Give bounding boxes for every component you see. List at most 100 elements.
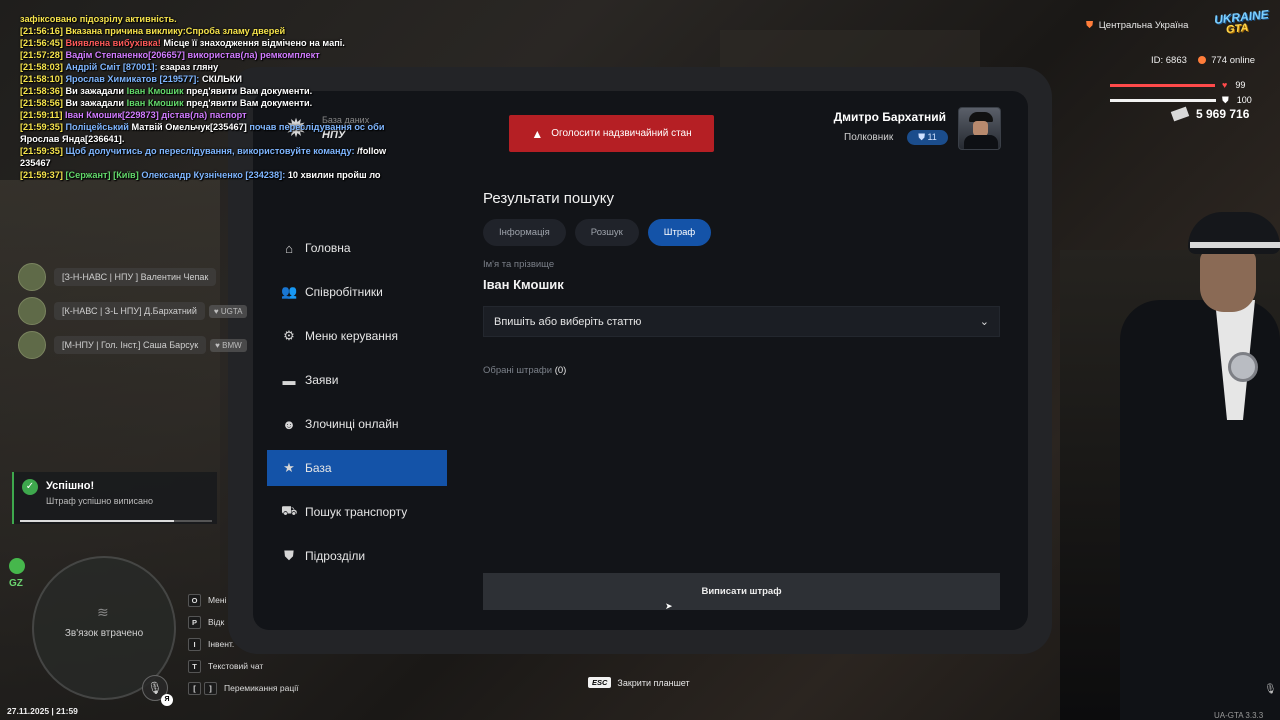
- health-bar: [1110, 84, 1215, 87]
- car-icon: ⛟: [281, 503, 298, 518]
- nav-item[interactable]: ⛟ Пошук транспорту: [267, 494, 447, 530]
- player-avatar: [18, 331, 46, 359]
- mouse-cursor-icon: ➤: [665, 601, 673, 611]
- close-tablet-label: Закрити планшет: [617, 677, 690, 688]
- chosen-fines-label: Обрані штрафи: [483, 365, 553, 376]
- player-id: ID: 6863: [1151, 55, 1187, 66]
- player-name-box: [К-НАВС | З-L НПУ] Д.Бархатний: [54, 302, 205, 320]
- key-hint: O Мені: [188, 589, 298, 611]
- health-value: ♥ 99: [1222, 80, 1246, 90]
- armor-value: ⛊ 100: [1222, 95, 1252, 105]
- avatar[interactable]: [958, 107, 1001, 150]
- chat-line: [21:58:10] Ярослав Химикатов [219577]: С…: [20, 74, 242, 84]
- fullname-value: Іван Кмошик: [483, 277, 564, 292]
- nav-item-label: Співробітники: [305, 285, 383, 299]
- key-hints: O Мені P Відк I Інвент. T Текстовий чат [] Переми…: [188, 589, 298, 699]
- nav-item[interactable]: ⛊ Підрозділи: [267, 538, 447, 574]
- gz-label: GZ: [9, 578, 23, 589]
- user-rank: Полковник: [844, 132, 894, 143]
- tablet-sidebar: ⌂ Головна 👥 Співробітники ⚙ Меню керування ▬ За…: [267, 230, 447, 582]
- nav-item[interactable]: ★ База: [267, 450, 447, 486]
- shield-icon: ⛊: [284, 548, 294, 563]
- player-id-line: ID: 6863 774 online: [1151, 55, 1255, 66]
- results-title: Результати пошуку: [483, 190, 614, 207]
- notification-timer: [20, 520, 212, 522]
- officer-cap-band: [1190, 242, 1280, 248]
- nav-item-label: База: [305, 461, 332, 475]
- chat-line: [21:59:35] Поліцейський Матвій Омельчук[…: [20, 122, 385, 144]
- cash-icon: [1170, 106, 1190, 122]
- star-icon: ★: [283, 460, 295, 475]
- notification-title: Успішно!: [46, 480, 95, 492]
- chosen-fines: Обрані штрафи (0): [483, 365, 566, 376]
- key-hint-label: Інвент.: [208, 639, 235, 649]
- datetime: 27.11.2025 | 21:59: [7, 706, 78, 716]
- player-avatar: [18, 263, 46, 291]
- chat-line: [21:57:28] Вадім Степаненко[206657] вико…: [20, 50, 320, 60]
- nav-item[interactable]: ☻ Злочинці онлайн: [267, 406, 447, 442]
- issue-fine-button[interactable]: Виписати штраф: [483, 573, 1000, 610]
- chat-line: [21:58:03] Андрій Сміт [87001]: єзараз г…: [20, 62, 219, 72]
- chat-line: [21:56:16] Вказана причина виклику:Спроб…: [20, 26, 286, 36]
- chat-line: зафіксовано підозрілу активність.: [20, 14, 177, 24]
- chat-line: [21:59:37] [Сержант] [Київ] Олександр Ку…: [20, 170, 381, 180]
- chosen-fines-count: (0): [554, 365, 567, 376]
- key-cap: ]: [204, 681, 217, 695]
- online-count: 774 online: [1211, 55, 1256, 66]
- key-hint: P Відк: [188, 611, 298, 633]
- esc-key: ESC: [588, 677, 612, 688]
- result-tab[interactable]: Інформація: [483, 219, 566, 246]
- mask-icon: ☻: [282, 416, 296, 432]
- version: UA-GTA 3.3.3: [1214, 711, 1264, 720]
- result-tabs: Інформація Розшук Штраф: [483, 219, 720, 246]
- nav-item-label: Злочинці онлайн: [305, 417, 399, 431]
- result-tab[interactable]: Штраф: [647, 219, 712, 246]
- close-tablet-hint: ESC Закрити планшет: [588, 677, 690, 688]
- no-signal-icon: ≋: [97, 604, 109, 620]
- emergency-button-label: Оголосити надзвичайний стан: [551, 128, 692, 139]
- chat-line: [21:56:45] Виявлена вибухівка! Місце її …: [20, 38, 345, 48]
- online-dot-icon: [1197, 56, 1206, 64]
- heart-icon: ♥: [1222, 80, 1228, 90]
- player-item: [М-НПУ | Гол. Інст.] Саша Барсук ♥ BMW: [18, 330, 247, 360]
- nav-item[interactable]: ▬ Заяви: [267, 362, 447, 398]
- player-name-box: [З-Н-НАВС | НПУ ] Валентин Чепак: [54, 268, 217, 286]
- nav-item[interactable]: ⌂ Головна: [267, 230, 447, 266]
- chat-log: зафіксовано підозрілу активність. [21:56:…: [20, 13, 400, 181]
- armor-bar: [1110, 99, 1216, 102]
- server-logo: UKRAINE GTA: [1213, 7, 1270, 37]
- fullname-label: Ім'я та прізвище: [483, 259, 555, 270]
- key-hint: T Текстовий чат: [188, 655, 298, 677]
- money: 5 969 716: [1170, 106, 1249, 122]
- warning-icon: ▲: [531, 126, 544, 141]
- nearby-players: [З-Н-НАВС | НПУ ] Валентин Чепак [К-НАВС…: [18, 262, 248, 364]
- nav-item[interactable]: ⚙ Меню керування: [267, 318, 447, 354]
- mic-key: Я: [161, 694, 173, 706]
- result-tab[interactable]: Розшук: [574, 219, 639, 246]
- armor-shield-icon: ⛊: [1222, 95, 1229, 105]
- key-hint-label: Мені: [208, 595, 227, 605]
- chat-line: [21:58:56] Ви зажадали Іван Кмошик пред'…: [20, 98, 313, 108]
- mic-status-icon: 🎙: [1264, 684, 1277, 695]
- key-hint: [] Перемикання рації: [188, 677, 298, 699]
- nav-item-label: Меню керування: [305, 329, 399, 343]
- player-name: [М-НПУ | Гол. Інст.] Саша Барсук: [62, 340, 199, 350]
- key-hint: I Інвент.: [188, 633, 298, 655]
- region-name: Центральна Україна: [1098, 20, 1189, 31]
- check-icon: ✓: [22, 479, 38, 495]
- chevron-down-icon: ⌄: [979, 316, 989, 328]
- article-select[interactable]: Впишіть або виберіть статтю ⌄: [483, 306, 1000, 337]
- chat-line: [21:59:35] Щоб долучитись до переслідува…: [20, 146, 387, 168]
- player-tag: ♥ UGTA: [208, 304, 248, 318]
- article-select-placeholder: Впишіть або виберіть статтю: [494, 315, 642, 328]
- nav-item[interactable]: 👥 Співробітники: [267, 274, 447, 310]
- key-cap: T: [188, 659, 201, 673]
- player-name: [К-НАВС | З-L НПУ] Д.Бархатний: [62, 306, 197, 316]
- user-name: Дмитро Бархатний: [833, 110, 946, 124]
- emergency-button[interactable]: ▲ Оголосити надзвичайний стан: [509, 115, 714, 152]
- player-avatar: [18, 297, 46, 325]
- nav-item-label: Підрозділи: [305, 549, 366, 563]
- nav-item-label: Пошук транспорту: [305, 505, 408, 519]
- player-item: [К-НАВС | З-L НПУ] Д.Бархатний ♥ UGTA: [18, 296, 248, 326]
- folder-icon: ▬: [282, 372, 296, 388]
